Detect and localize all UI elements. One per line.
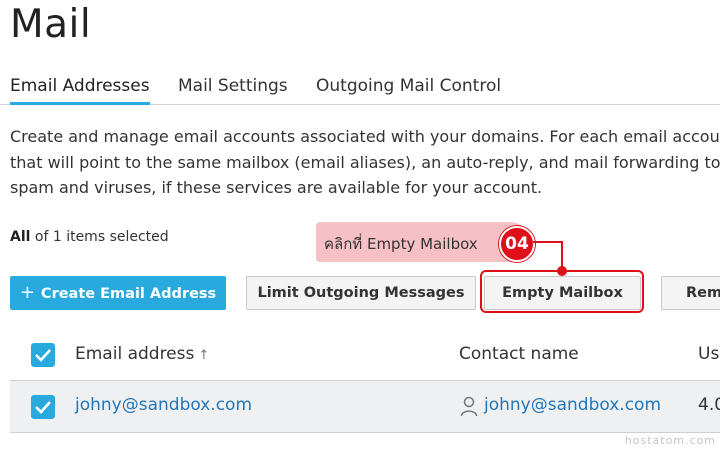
table-row[interactable]: johny@sandbox.com johny@sandbox.com 4.0	[10, 381, 720, 433]
description-line-1: Create and manage email accounts associa…	[10, 127, 720, 146]
selection-all-label: All	[10, 229, 31, 245]
select-all-checkbox[interactable]	[31, 343, 55, 367]
callout-text: คลิกที่ Empty Mailbox	[324, 235, 478, 253]
watermark: hostatom.com	[624, 434, 716, 447]
email-address-link[interactable]: johny@sandbox.com	[75, 395, 252, 415]
plus-icon: +	[19, 282, 35, 303]
create-email-address-label: Create Email Address	[40, 286, 217, 302]
table-header: Email address ↑ Contact name Us	[10, 330, 720, 381]
tutorial-callout: คลิกที่ Empty Mailbox	[316, 222, 530, 262]
page-title: Mail	[10, 2, 92, 47]
tab-bar: Email Addresses Mail Settings Outgoing M…	[0, 72, 720, 105]
contact-name-link[interactable]: johny@sandbox.com	[484, 395, 661, 415]
page-description: Create and manage email accounts associa…	[10, 124, 720, 201]
selection-count-text: of 1 items selected	[30, 229, 169, 245]
user-icon	[460, 396, 478, 417]
column-header-email[interactable]: Email address ↑	[75, 344, 209, 364]
remove-button[interactable]: Rem	[661, 276, 720, 310]
empty-mailbox-highlight	[480, 270, 644, 313]
row-checkbox[interactable]	[31, 395, 55, 419]
tab-email-addresses[interactable]: Email Addresses	[10, 76, 150, 105]
callout-connector	[533, 241, 563, 243]
column-header-usage[interactable]: Us	[698, 344, 719, 364]
tab-mail-settings[interactable]: Mail Settings	[178, 76, 288, 96]
limit-outgoing-messages-button[interactable]: Limit Outgoing Messages	[246, 276, 476, 310]
description-line-3: spam and viruses, if these services are …	[10, 178, 543, 197]
tab-outgoing-mail-control[interactable]: Outgoing Mail Control	[316, 76, 501, 96]
description-line-2: that will point to the same mailbox (ema…	[10, 152, 720, 172]
sort-ascending-icon: ↑	[198, 348, 210, 363]
check-icon	[35, 349, 51, 362]
selection-status: All of 1 items selected	[10, 229, 169, 245]
column-header-email-label: Email address	[75, 344, 195, 364]
create-email-address-button[interactable]: + Create Email Address	[10, 276, 226, 310]
step-number-badge: 04	[499, 226, 535, 262]
check-icon	[35, 401, 51, 414]
column-header-contact[interactable]: Contact name	[459, 344, 579, 364]
usage-value: 4.0	[698, 395, 720, 415]
